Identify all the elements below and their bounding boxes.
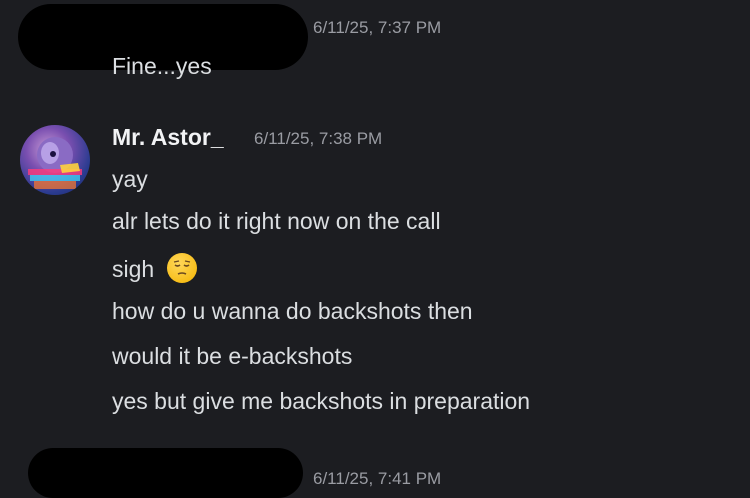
message-text: yes but give me backshots in preparation (112, 388, 531, 414)
avatar-image (28, 137, 82, 189)
redacted-avatar-name-bottom (28, 448, 303, 498)
message-timestamp: 6/11/25, 7:38 PM (254, 129, 383, 148)
message-text: alr lets do it right now on the call (112, 208, 441, 234)
message-text: how do u wanna do backshots then (112, 298, 473, 324)
message-timestamp: 6/11/25, 7:37 PM (313, 18, 442, 37)
message-text: yay (112, 166, 148, 192)
message-row: sigh (112, 253, 197, 283)
message-timestamp: 6/11/25, 7:41 PM (313, 469, 442, 488)
message-text: would it be e-backshots (112, 343, 353, 369)
pensive-face-icon (166, 253, 197, 283)
message-text: Fine...yes (112, 53, 212, 79)
message-text: sigh (112, 256, 155, 282)
avatar[interactable] (20, 125, 90, 195)
author-name[interactable]: Mr. Astor_ (112, 124, 224, 151)
